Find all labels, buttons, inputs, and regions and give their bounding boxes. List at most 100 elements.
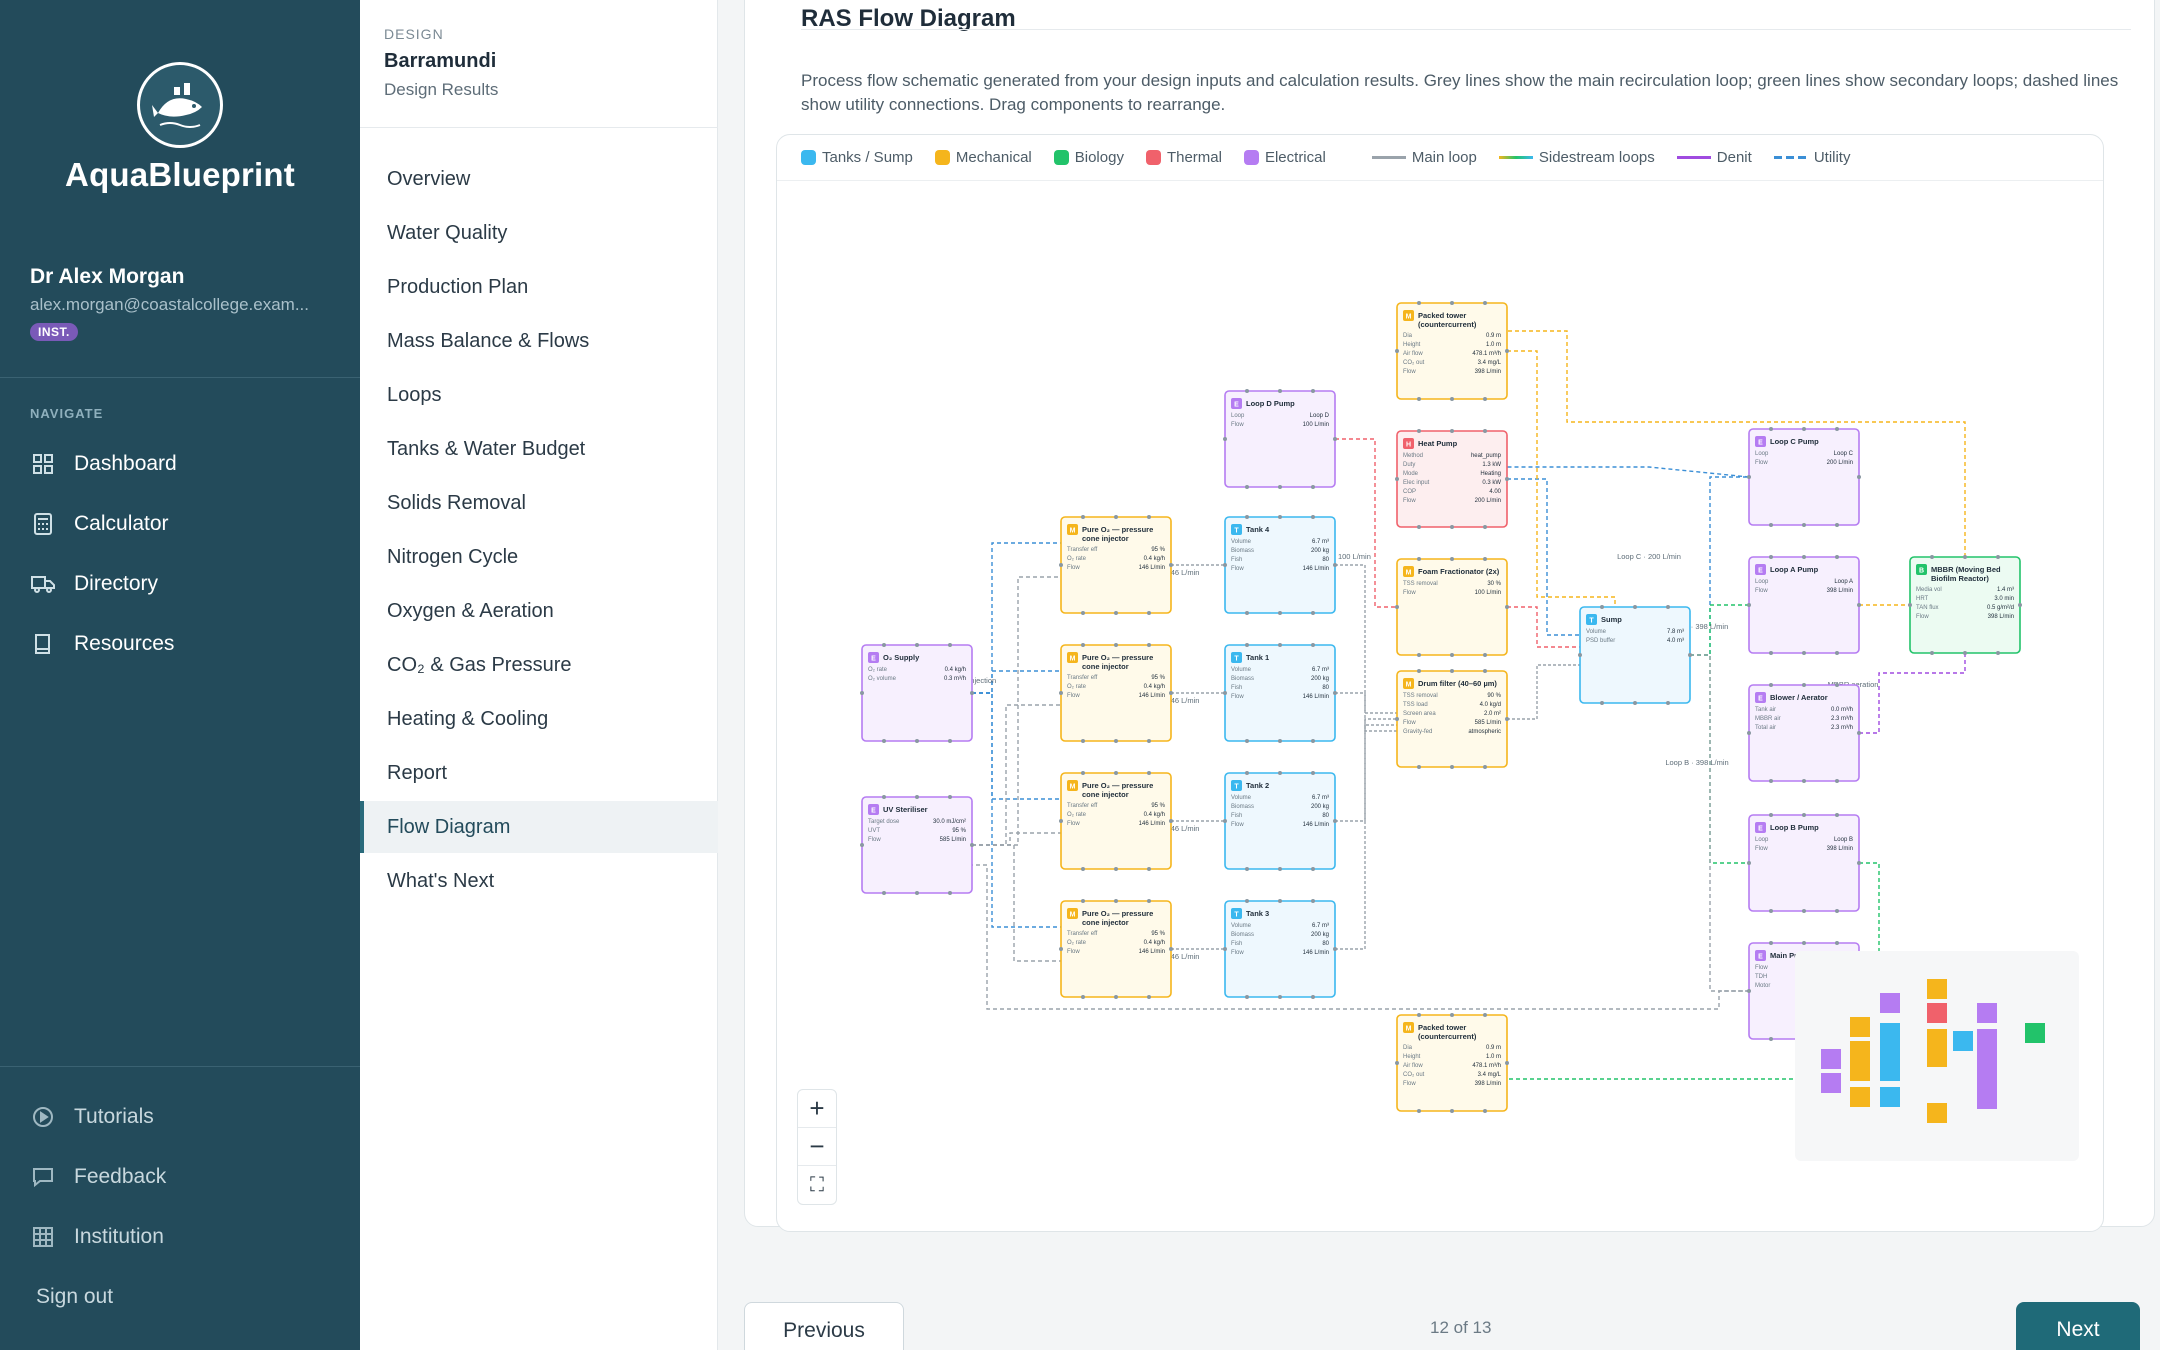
node-tank4[interactable]: T Tank 4 Volume 6.7 m³ Biomass 200 kg Fish 80 Fl… — [1223, 515, 1337, 615]
node-port[interactable] — [1835, 941, 1839, 945]
node-port[interactable] — [1450, 557, 1454, 561]
node-port[interactable] — [1169, 947, 1173, 951]
node-port[interactable] — [1114, 515, 1118, 519]
node-port[interactable] — [1059, 819, 1063, 823]
menu-item-4[interactable]: Loops — [360, 369, 718, 421]
node-loopD[interactable]: E Loop D PumpLoop Loop D Flow 100 L/min — [1223, 389, 1337, 489]
node-port[interactable] — [1769, 523, 1773, 527]
node-port[interactable] — [1802, 427, 1806, 431]
fit-view-button[interactable]: ⛶ — [798, 1166, 836, 1204]
node-port[interactable] — [1930, 555, 1934, 559]
node-port[interactable] — [1311, 899, 1315, 903]
node-port[interactable] — [1802, 779, 1806, 783]
node-port[interactable] — [1395, 477, 1399, 481]
node-port[interactable] — [1278, 995, 1282, 999]
node-port[interactable] — [1747, 731, 1751, 735]
flow-canvas[interactable]: Tanks / Sump Mechanical Biology Thermal … — [776, 134, 2104, 1232]
node-port[interactable] — [1857, 861, 1861, 865]
node-port[interactable] — [1245, 643, 1249, 647]
node-port[interactable] — [1802, 813, 1806, 817]
node-drum[interactable]: M Drum filter (40–60 µm) TSS removal 90 % TS… — [1395, 669, 1509, 769]
node-port[interactable] — [1450, 1109, 1454, 1113]
node-pure4[interactable]: M Pure O₂ — pressurecone injector Transfer… — [1059, 515, 1173, 615]
node-port[interactable] — [882, 891, 886, 895]
node-port[interactable] — [1450, 653, 1454, 657]
node-port[interactable] — [1505, 605, 1509, 609]
minimap[interactable] — [1795, 951, 2079, 1161]
node-port[interactable] — [1245, 515, 1249, 519]
nav-resources[interactable]: Resources — [30, 631, 174, 657]
node-port[interactable] — [1483, 669, 1487, 673]
node-port[interactable] — [1769, 683, 1773, 687]
node-port[interactable] — [1114, 611, 1118, 615]
sign-out-link[interactable]: Sign out — [36, 1285, 113, 1309]
node-port[interactable] — [1169, 691, 1173, 695]
node-port[interactable] — [1633, 605, 1637, 609]
node-port[interactable] — [1450, 765, 1454, 769]
menu-item-13[interactable]: What's Next — [360, 855, 718, 907]
node-port[interactable] — [1930, 651, 1934, 655]
node-tank3[interactable]: T Tank 3 Volume 6.7 m³ Biomass 200 kg Fish 80 Fl… — [1223, 899, 1337, 999]
node-port[interactable] — [1333, 819, 1337, 823]
node-port[interactable] — [1450, 669, 1454, 673]
node-heat[interactable]: H Heat Pump Method heat_pump Duty 1.3 kW Mode H… — [1395, 429, 1509, 529]
node-port[interactable] — [1114, 867, 1118, 871]
node-port[interactable] — [1769, 1037, 1773, 1041]
node-port[interactable] — [860, 691, 864, 695]
node-tank1[interactable]: T Tank 1 Volume 6.7 m³ Biomass 200 kg Fish 80 Fl… — [1223, 643, 1337, 743]
node-port[interactable] — [1081, 611, 1085, 615]
node-port[interactable] — [1769, 909, 1773, 913]
node-port[interactable] — [1278, 515, 1282, 519]
node-port[interactable] — [1147, 995, 1151, 999]
node-port[interactable] — [1666, 605, 1670, 609]
menu-item-11[interactable]: Report — [360, 747, 718, 799]
node-port[interactable] — [1483, 557, 1487, 561]
node-port[interactable] — [1483, 301, 1487, 305]
node-port[interactable] — [1802, 651, 1806, 655]
node-port[interactable] — [1600, 701, 1604, 705]
node-port[interactable] — [1996, 555, 2000, 559]
node-port[interactable] — [1483, 429, 1487, 433]
node-port[interactable] — [1835, 683, 1839, 687]
logo[interactable]: AquaBlueprint — [0, 62, 360, 194]
node-port[interactable] — [1081, 867, 1085, 871]
node-port[interactable] — [1450, 525, 1454, 529]
node-port[interactable] — [1169, 819, 1173, 823]
node-port[interactable] — [1333, 563, 1337, 567]
node-port[interactable] — [1245, 771, 1249, 775]
node-mbbr[interactable]: B MBBR (Moving BedBiofilm Reactor) Media v… — [1908, 555, 2022, 655]
node-port[interactable] — [1223, 437, 1227, 441]
node-pure3[interactable]: M Pure O₂ — pressurecone injector Transfer… — [1059, 899, 1173, 999]
node-port[interactable] — [1600, 605, 1604, 609]
node-port[interactable] — [1114, 771, 1118, 775]
node-port[interactable] — [1505, 1061, 1509, 1065]
node-port[interactable] — [1059, 691, 1063, 695]
node-port[interactable] — [882, 643, 886, 647]
nav-dashboard[interactable]: Dashboard — [30, 451, 177, 477]
node-port[interactable] — [1114, 739, 1118, 743]
menu-item-3[interactable]: Mass Balance & Flows — [360, 315, 718, 367]
node-port[interactable] — [1417, 669, 1421, 673]
node-port[interactable] — [1245, 739, 1249, 743]
node-port[interactable] — [1417, 557, 1421, 561]
node-port[interactable] — [1769, 651, 1773, 655]
node-pure2[interactable]: M Pure O₂ — pressurecone injector Transfer… — [1059, 771, 1173, 871]
node-port[interactable] — [1417, 301, 1421, 305]
node-port[interactable] — [1245, 485, 1249, 489]
node-port[interactable] — [1835, 523, 1839, 527]
node-port[interactable] — [1688, 653, 1692, 657]
node-port[interactable] — [948, 739, 952, 743]
node-port[interactable] — [915, 795, 919, 799]
node-port[interactable] — [1417, 653, 1421, 657]
node-port[interactable] — [1802, 909, 1806, 913]
node-port[interactable] — [1223, 819, 1227, 823]
node-port[interactable] — [1311, 867, 1315, 871]
node-uv[interactable]: E UV Steriliser Target dose 30.0 mJ/cm² UVT 9… — [860, 795, 974, 895]
node-port[interactable] — [1311, 771, 1315, 775]
node-port[interactable] — [1908, 603, 1912, 607]
node-port[interactable] — [970, 843, 974, 847]
node-port[interactable] — [1278, 611, 1282, 615]
node-port[interactable] — [1769, 555, 1773, 559]
node-port[interactable] — [1769, 779, 1773, 783]
node-loopC[interactable]: E Loop C PumpLoop Loop C Flow 200 L/min — [1747, 427, 1861, 527]
